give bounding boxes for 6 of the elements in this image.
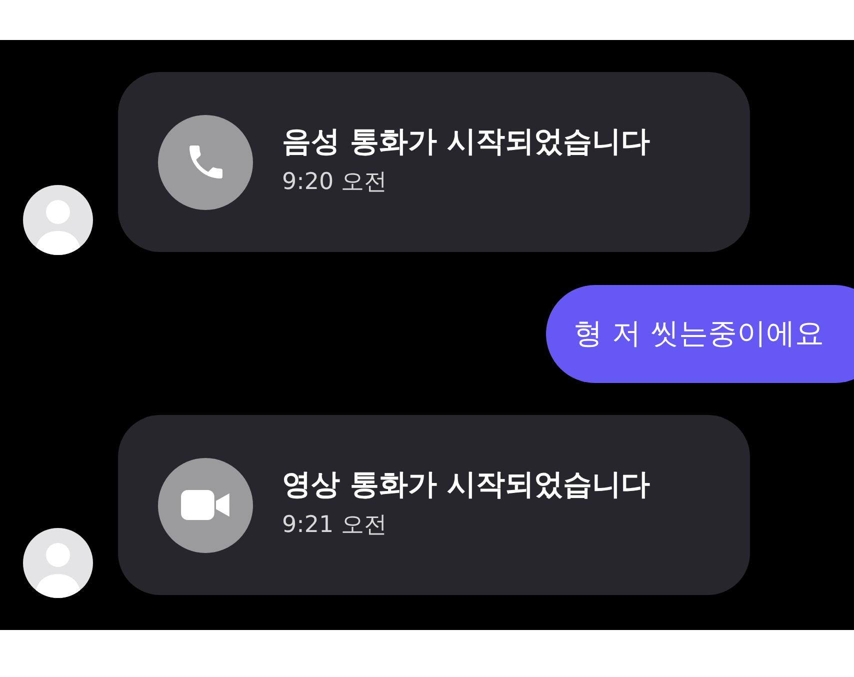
sent-message-bubble: 형 저 씻는중이에요 <box>546 285 854 383</box>
video-camera-icon <box>180 488 230 522</box>
message-time: 9:21 오전 <box>282 511 388 540</box>
call-title: 음성 통화가 시작되었습니다 <box>282 124 650 160</box>
message-time: 9:20 오전 <box>282 168 388 198</box>
call-title: 영상 통화가 시작되었습니다 <box>282 467 650 502</box>
